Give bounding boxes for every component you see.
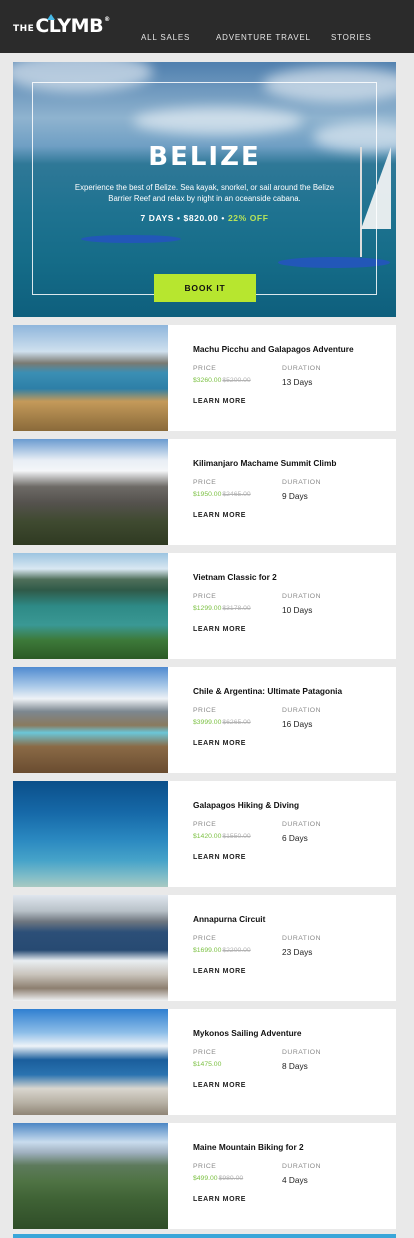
duration-value: 13 Days [282, 377, 313, 387]
hero-description: Experience the best of Belize. Sea kayak… [74, 183, 335, 203]
duration-label: DURATION [282, 593, 321, 600]
trip-photo[interactable] [13, 781, 168, 887]
learn-more-link[interactable]: LEARN MORE [193, 398, 246, 405]
hero-meta: 7 DAYS • $820.00 • 22% OFF [140, 213, 269, 223]
nav-all-sales[interactable]: ALL SALES [141, 33, 190, 42]
price-current: $1950.00 [193, 491, 222, 498]
trip-card[interactable]: Galapagos Hiking & Diving PRICE DURATION… [13, 781, 396, 887]
price-original: $2465.00 [222, 491, 251, 498]
trip-photo[interactable] [13, 895, 168, 1001]
duration-value: 6 Days [282, 833, 308, 843]
hero-banner: BELIZE Experience the best of Belize. Se… [13, 62, 396, 317]
hero-days: 7 DAYS [140, 213, 174, 223]
price-original: $3178.00 [222, 605, 251, 612]
duration-value: 10 Days [282, 605, 313, 615]
price-current: $1420.00 [193, 833, 222, 840]
price-original: $980.00 [218, 1175, 244, 1182]
learn-more-link[interactable]: LEARN MORE [193, 626, 246, 633]
price-label: PRICE [193, 593, 217, 600]
trip-card[interactable]: Mykonos Sailing Adventure PRICE DURATION… [13, 1009, 396, 1115]
duration-value: 4 Days [282, 1175, 308, 1185]
trip-photo[interactable] [13, 667, 168, 773]
learn-more-link[interactable]: LEARN MORE [193, 854, 246, 861]
price-label: PRICE [193, 821, 217, 828]
price-current: $499.00 [193, 1175, 218, 1182]
learn-more-link[interactable]: LEARN MORE [193, 968, 246, 975]
trip-card[interactable]: Chile & Argentina: Ultimate Patagonia PR… [13, 667, 396, 773]
price-label: PRICE [193, 479, 217, 486]
price-label: PRICE [193, 365, 217, 372]
duration-value: 16 Days [282, 719, 313, 729]
price-values: $1950.00$2465.00 [193, 491, 251, 498]
price-values: $1699.00$2200.00 [193, 947, 251, 954]
trip-title[interactable]: Mykonos Sailing Adventure [193, 1028, 302, 1038]
duration-label: DURATION [282, 821, 321, 828]
price-label: PRICE [193, 1049, 217, 1056]
hero-discount: 22% OFF [227, 213, 269, 223]
duration-label: DURATION [282, 935, 321, 942]
duration-label: DURATION [282, 1163, 321, 1170]
price-current: $1299.00 [193, 605, 222, 612]
trip-card[interactable]: Kilimanjaro Machame Summit Climb PRICE D… [13, 439, 396, 545]
trip-photo[interactable] [13, 1009, 168, 1115]
trip-card[interactable]: Annapurna Circuit PRICE DURATION $1699.0… [13, 895, 396, 1001]
trip-title[interactable]: Annapurna Circuit [193, 914, 265, 924]
duration-value: 8 Days [282, 1061, 308, 1071]
price-label: PRICE [193, 935, 217, 942]
top-bar: THE CLYMB ® ALL SALES ADVENTURE TRAVEL S… [0, 0, 414, 53]
main-nav: ALL SALES ADVENTURE TRAVEL STORIES [0, 33, 414, 45]
next-section-edge [13, 1234, 396, 1238]
trip-card[interactable]: Vietnam Classic for 2 PRICE DURATION $12… [13, 553, 396, 659]
price-values: $3260.00$5200.00 [193, 377, 251, 384]
nav-stories[interactable]: STORIES [331, 33, 372, 42]
price-label: PRICE [193, 707, 217, 714]
price-original: $2200.00 [222, 947, 251, 954]
duration-value: 23 Days [282, 947, 313, 957]
trip-photo[interactable] [13, 439, 168, 545]
trip-title[interactable]: Kilimanjaro Machame Summit Climb [193, 458, 336, 468]
trip-title[interactable]: Galapagos Hiking & Diving [193, 800, 299, 810]
hero-title: BELIZE [148, 142, 261, 172]
price-original: $5200.00 [222, 377, 251, 384]
price-values: $499.00$980.00 [193, 1175, 243, 1182]
price-current: $3999.00 [193, 719, 222, 726]
logo-peak-icon [47, 14, 56, 20]
price-current: $3260.00 [193, 377, 222, 384]
trip-title[interactable]: Maine Mountain Biking for 2 [193, 1142, 304, 1152]
duration-label: DURATION [282, 1049, 321, 1056]
trip-card[interactable]: Maine Mountain Biking for 2 PRICE DURATI… [13, 1123, 396, 1229]
duration-label: DURATION [282, 707, 321, 714]
trip-photo[interactable] [13, 1123, 168, 1229]
trip-photo[interactable] [13, 553, 168, 659]
nav-adventure-travel[interactable]: ADVENTURE TRAVEL [216, 33, 311, 42]
price-values: $1299.00$3178.00 [193, 605, 251, 612]
price-current: $1475.00 [193, 1061, 222, 1068]
logo-registered-mark: ® [104, 16, 111, 23]
duration-label: DURATION [282, 479, 321, 486]
learn-more-link[interactable]: LEARN MORE [193, 1082, 246, 1089]
price-original: $1550.00 [222, 833, 251, 840]
trip-title[interactable]: Chile & Argentina: Ultimate Patagonia [193, 686, 342, 696]
learn-more-link[interactable]: LEARN MORE [193, 740, 246, 747]
price-values: $3999.00$6265.00 [193, 719, 251, 726]
book-it-button[interactable]: BOOK IT [154, 274, 256, 302]
learn-more-link[interactable]: LEARN MORE [193, 512, 246, 519]
price-current: $1699.00 [193, 947, 222, 954]
price-original: $6265.00 [222, 719, 251, 726]
learn-more-link[interactable]: LEARN MORE [193, 1196, 246, 1203]
duration-label: DURATION [282, 365, 321, 372]
trip-card[interactable]: Machu Picchu and Galapagos Adventure PRI… [13, 325, 396, 431]
price-values: $1420.00$1550.00 [193, 833, 251, 840]
price-label: PRICE [193, 1163, 217, 1170]
trip-photo[interactable] [13, 325, 168, 431]
trip-title[interactable]: Machu Picchu and Galapagos Adventure [193, 344, 354, 354]
trip-title[interactable]: Vietnam Classic for 2 [193, 572, 277, 582]
price-values: $1475.00 [193, 1061, 222, 1068]
hero-price: $820.00 [183, 213, 219, 223]
duration-value: 9 Days [282, 491, 308, 501]
